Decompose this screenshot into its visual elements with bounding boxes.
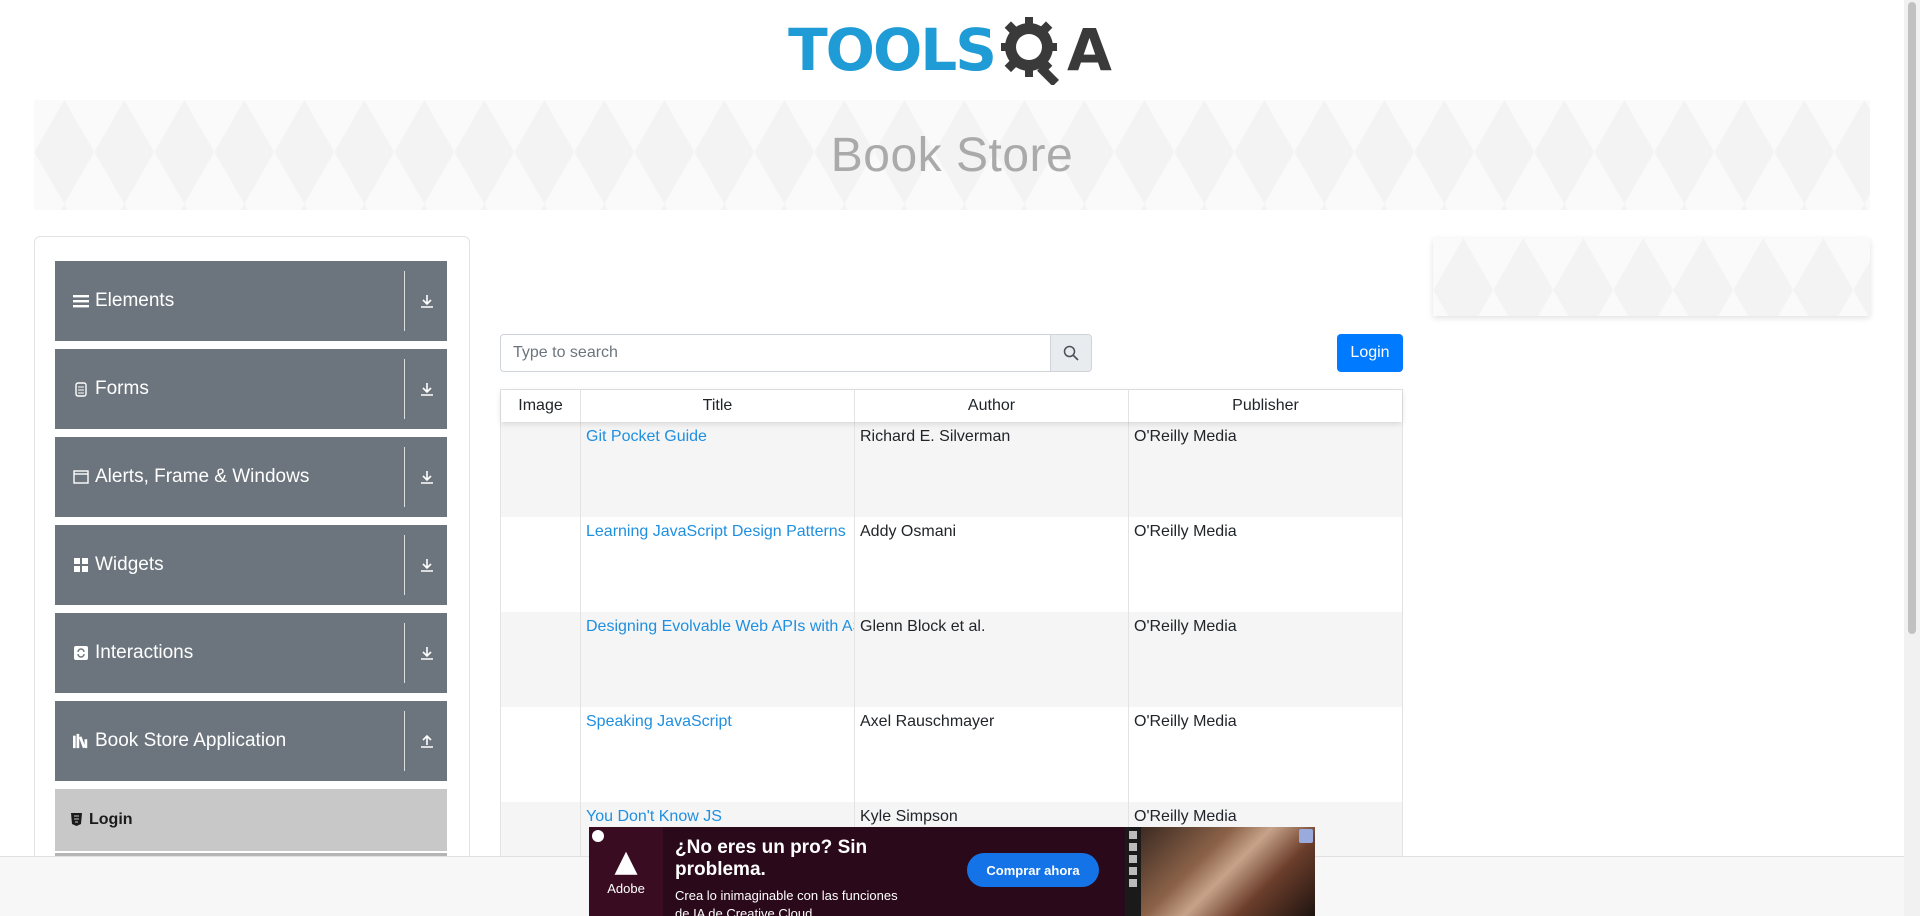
download-arrow-icon[interactable] (415, 641, 439, 665)
sidebar-group-label: Elements (95, 290, 175, 311)
window-icon (73, 469, 89, 485)
book-image-cell (501, 517, 581, 612)
page: TOOLS A Book Store Elements Forms Alerts… (0, 0, 1920, 916)
ad-brand: Adobe (607, 881, 645, 896)
tool-icon (1129, 843, 1137, 851)
books-icon (73, 733, 89, 749)
book-title-link[interactable]: You Don't Know JS (586, 808, 722, 825)
sidebar-group-label: Book Store Application (95, 730, 287, 751)
table-header: Image Title Author Publisher (501, 390, 1402, 422)
sidebar-group-elements[interactable]: Elements (55, 261, 447, 341)
tool-icon (1129, 879, 1137, 887)
book-title-cell: Git Pocket Guide (581, 422, 855, 517)
book-author-cell: Addy Osmani (855, 517, 1129, 612)
book-publisher-cell: O'Reilly Media (1134, 523, 1237, 540)
login-button[interactable]: Login (1337, 334, 1403, 372)
divider (404, 359, 405, 419)
books-table: Image Title Author Publisher Git Pocket … (500, 389, 1403, 898)
book-author-cell: Axel Rauschmayer (855, 707, 1129, 802)
book-image-cell (501, 422, 581, 517)
header: TOOLS A (0, 0, 1900, 100)
divider (404, 271, 405, 331)
sidebar-item-login[interactable]: Login (55, 789, 447, 851)
book-image-cell (501, 707, 581, 802)
sidebar-item-label: Login (89, 811, 133, 828)
book-author-cell: Glenn Block et al. (855, 612, 1129, 707)
ad-headline: ¿No eres un pro? Sin problema. (675, 837, 868, 880)
sidebar-group-alerts[interactable]: Alerts, Frame & Windows (55, 437, 447, 517)
upload-arrow-icon[interactable] (415, 729, 439, 753)
logo-text: TOOLS (788, 16, 997, 84)
column-header-author[interactable]: Author (855, 390, 1129, 422)
page-banner: Book Store (34, 100, 1870, 210)
ad-subtext-line: de IA de Creative Cloud. (675, 905, 816, 916)
book-title-link[interactable]: Git Pocket Guide (586, 428, 707, 445)
book-publisher-cell: O'Reilly Media (1134, 428, 1237, 445)
tool-icon (1129, 855, 1137, 863)
html-icon (71, 813, 83, 827)
document-icon (73, 381, 89, 397)
table-row: Designing Evolvable Web APIs with ASP.NE… (501, 612, 1402, 707)
ad-image (1141, 827, 1315, 916)
sidebar-group-label: Alerts, Frame & Windows (95, 466, 310, 487)
sidebar-group-interactions[interactable]: Interactions (55, 613, 447, 693)
sidebar-group-label: Forms (95, 378, 149, 399)
column-header-image[interactable]: Image (501, 390, 581, 422)
search-input[interactable] (500, 334, 1050, 372)
grid-icon (73, 557, 89, 573)
book-title-cell: Speaking JavaScript (581, 707, 855, 802)
book-title-cell: Learning JavaScript Design Patterns (581, 517, 855, 612)
hamburger-icon (73, 293, 89, 309)
book-title-link[interactable]: Designing Evolvable Web APIs with ASP.NE… (586, 618, 854, 635)
gear-magnifier-icon (1001, 17, 1060, 85)
book-image-cell (501, 612, 581, 707)
logo-suffix: A (1067, 16, 1112, 84)
ad-info-icon[interactable] (592, 830, 604, 842)
book-author-cell: Richard E. Silverman (855, 422, 1129, 517)
refresh-icon (73, 645, 89, 661)
table-row: Git Pocket Guide Richard E. Silverman O'… (501, 422, 1402, 517)
table-row: Learning JavaScript Design Patterns Addy… (501, 517, 1402, 612)
adobe-logo-icon: ▲ (614, 844, 638, 879)
ad-cta-button[interactable]: Comprar ahora (967, 853, 1099, 887)
toolsqa-logo[interactable]: TOOLS A (788, 15, 1112, 85)
sidebar-group-label: Interactions (95, 642, 194, 663)
search-icon (1063, 345, 1079, 361)
ad-placeholder (1433, 238, 1870, 316)
column-header-publisher[interactable]: Publisher (1129, 390, 1402, 422)
page-title: Book Store (830, 128, 1074, 182)
download-arrow-icon[interactable] (415, 553, 439, 577)
book-publisher-cell: O'Reilly Media (1134, 618, 1237, 635)
scrollbar-thumb[interactable] (1908, 2, 1916, 634)
tool-icon (1129, 867, 1137, 875)
sidebar-group-forms[interactable]: Forms (55, 349, 447, 429)
divider (404, 711, 405, 771)
ad-toolbar (1125, 827, 1141, 916)
sidebar-group-book-store-application[interactable]: Book Store Application (55, 701, 447, 781)
sidebar-group-label: Widgets (95, 554, 164, 575)
divider (404, 535, 405, 595)
divider (404, 447, 405, 507)
download-arrow-icon[interactable] (415, 465, 439, 489)
download-arrow-icon[interactable] (415, 377, 439, 401)
ad-subtext-line: Crea lo inimaginable con las funciones (675, 888, 898, 903)
search-button[interactable] (1050, 334, 1092, 372)
ad-copy: ¿No eres un pro? Sin problema. Crea lo i… (663, 827, 963, 916)
download-arrow-icon[interactable] (415, 289, 439, 313)
search-box (500, 334, 1092, 372)
ad-choices-icon[interactable] (1299, 829, 1313, 843)
book-publisher-cell: O'Reilly Media (1134, 713, 1237, 730)
divider (404, 623, 405, 683)
table-row: Speaking JavaScript Axel Rauschmayer O'R… (501, 707, 1402, 802)
adobe-ad-banner[interactable]: ▲ Adobe ¿No eres un pro? Sin problema. C… (589, 827, 1315, 916)
page-scrollbar[interactable] (1904, 0, 1920, 916)
ad-subtext: Crea lo inimaginable con las funciones d… (675, 887, 951, 916)
sidebar-group-widgets[interactable]: Widgets (55, 525, 447, 605)
book-title-link[interactable]: Learning JavaScript Design Patterns (586, 523, 846, 540)
column-header-title[interactable]: Title (581, 390, 855, 422)
tool-icon (1129, 831, 1137, 839)
book-title-cell: Designing Evolvable Web APIs with ASP.NE… (581, 612, 855, 707)
book-title-link[interactable]: Speaking JavaScript (586, 713, 732, 730)
sidebar: Elements Forms Alerts, Frame & Windows W… (34, 236, 470, 916)
